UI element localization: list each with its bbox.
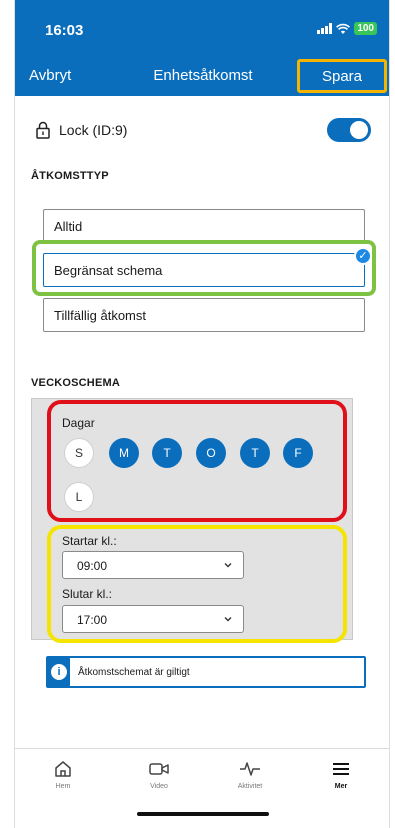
video-icon — [149, 763, 169, 775]
tab-home-label: Hem — [55, 783, 71, 790]
info-icon: i — [51, 664, 67, 680]
tab-activity[interactable]: Aktivitet — [215, 759, 285, 790]
tab-activity-label: Aktivitet — [237, 783, 263, 790]
tab-video-label: Video — [150, 783, 168, 790]
lock-toggle[interactable] — [327, 118, 371, 142]
save-label: Spara — [321, 67, 363, 85]
tab-more[interactable]: Mer — [306, 759, 376, 790]
option-always[interactable]: Alltid — [43, 209, 365, 243]
highlight-yellow — [47, 525, 347, 643]
option-temporary-access[interactable]: Tillfällig åtkomst — [43, 298, 365, 332]
system-indicators: 100 — [317, 22, 377, 35]
status-time: 16:03 — [45, 22, 84, 39]
lock-icon — [36, 121, 50, 139]
home-icon — [55, 761, 71, 777]
info-badge: i — [48, 658, 70, 686]
lock-label: Lock (ID:9) — [59, 122, 128, 138]
nav-bar: Avbryt Enhetsåtkomst Spara — [15, 56, 389, 96]
home-indicator — [137, 812, 269, 816]
activity-icon — [240, 762, 260, 776]
menu-icon — [333, 763, 349, 775]
tab-more-label: Mer — [334, 783, 348, 790]
checkmark-icon: ✓ — [354, 247, 372, 265]
validity-banner: i Åtkomstschemat är giltigt — [46, 656, 366, 688]
highlight-red — [47, 400, 347, 522]
weekly-schedule-heading: VECKOSCHEMA — [31, 377, 120, 389]
phone-screen: 16:03 100 Avbryt Enhetsåtkomst Spara Loc… — [14, 0, 390, 828]
status-bar: 16:03 100 — [15, 0, 389, 56]
tab-home[interactable]: Hem — [28, 759, 98, 790]
lock-row: Lock (ID:9) — [35, 118, 371, 142]
wifi-icon — [336, 23, 351, 34]
battery-indicator: 100 — [354, 22, 377, 35]
save-button[interactable]: Spara — [297, 59, 387, 93]
tab-video[interactable]: Video — [124, 759, 194, 790]
signal-icon — [317, 23, 333, 34]
validity-text: Åtkomstschemat är giltigt — [78, 666, 190, 678]
access-type-heading: ÅTKOMSTTYP — [31, 170, 109, 182]
tab-bar: Hem Video Aktivitet Mer — [15, 748, 389, 828]
highlight-green — [32, 240, 376, 296]
